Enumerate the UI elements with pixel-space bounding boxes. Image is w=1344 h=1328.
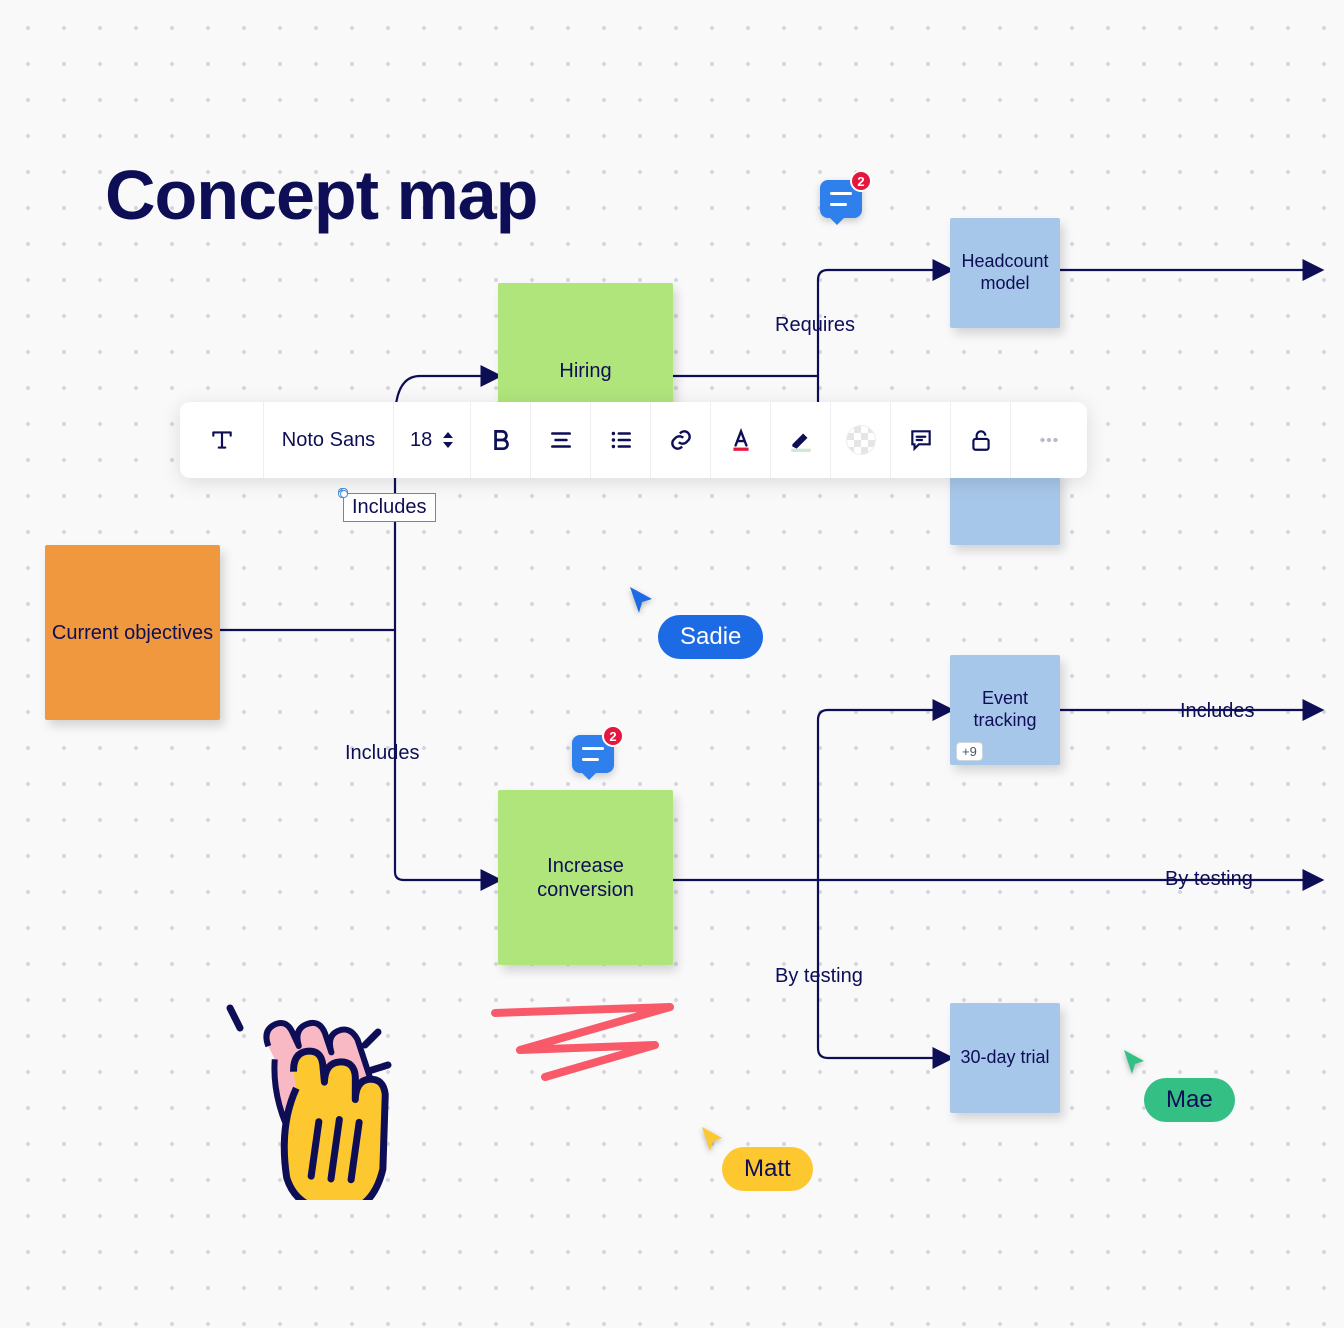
transparent-swatch-icon: [846, 425, 876, 455]
edge-label-includes-right[interactable]: Includes: [1180, 700, 1255, 723]
dot-grid-canvas[interactable]: Concept map Current objectives Hiring In…: [0, 0, 1344, 1328]
cursor-pointer-icon: [628, 585, 654, 615]
fill-color-button[interactable]: [831, 402, 891, 478]
cursor-pointer-icon: [700, 1125, 724, 1153]
node-current-objectives[interactable]: Current objectives: [45, 545, 220, 720]
scribble-annotation[interactable]: [485, 995, 685, 1085]
text-tool-button[interactable]: [180, 402, 264, 478]
link-button[interactable]: [651, 402, 711, 478]
text-icon: [209, 427, 235, 453]
list-button[interactable]: [591, 402, 651, 478]
comment-count-badge: 2: [850, 170, 872, 192]
overflow-badge[interactable]: +9: [956, 742, 983, 761]
edge-label-by-testing-right[interactable]: By testing: [1165, 868, 1253, 891]
text-color-button[interactable]: [711, 402, 771, 478]
font-size-down-icon[interactable]: [442, 441, 454, 449]
lock-button[interactable]: [951, 402, 1011, 478]
highlighter-icon: [788, 427, 814, 453]
collaborator-tag: Sadie: [658, 615, 763, 659]
edge-label-by-testing[interactable]: By testing: [775, 965, 863, 988]
cursor-pointer-icon: [1122, 1048, 1146, 1076]
comment-count-badge: 2: [602, 725, 624, 747]
node-headcount-model[interactable]: Headcount model: [950, 218, 1060, 328]
bullet-list-icon: [608, 427, 634, 453]
collaborator-tag: Matt: [722, 1147, 813, 1191]
unlock-icon: [968, 427, 994, 453]
bold-button[interactable]: [471, 402, 531, 478]
collaborator-cursor-matt: Matt: [700, 1125, 724, 1158]
clap-sticker[interactable]: [200, 990, 400, 1200]
node-30-day-trial[interactable]: 30-day trial: [950, 1003, 1060, 1113]
collaborator-cursor-mae: Mae: [1122, 1048, 1146, 1081]
node-hidden-blue[interactable]: [950, 470, 1060, 545]
node-increase-conversion[interactable]: Increase conversion: [498, 790, 673, 965]
comment-button[interactable]: [891, 402, 951, 478]
edge-label-includes-selected[interactable]: Includes: [343, 493, 436, 522]
font-size-value: 18: [410, 429, 432, 452]
highlight-button[interactable]: [771, 402, 831, 478]
text-format-toolbar: Noto Sans 18: [180, 402, 1087, 478]
font-family-selector[interactable]: Noto Sans: [264, 402, 394, 478]
more-horizontal-icon: [1036, 427, 1062, 453]
font-size-up-icon[interactable]: [442, 431, 454, 439]
text-color-icon: [728, 427, 754, 453]
align-button[interactable]: [531, 402, 591, 478]
font-size-control: 18: [394, 402, 471, 478]
edge-label-requires[interactable]: Requires: [775, 314, 855, 337]
collaborator-tag: Mae: [1144, 1078, 1235, 1122]
page-title: Concept map: [105, 155, 537, 235]
more-button[interactable]: [1011, 402, 1087, 478]
bold-icon: [488, 427, 514, 453]
edge-label-includes[interactable]: Includes: [345, 742, 420, 765]
align-center-icon: [548, 427, 574, 453]
collaborator-cursor-sadie: Sadie: [628, 585, 654, 620]
comment-outline-icon: [908, 427, 934, 453]
link-icon: [668, 427, 694, 453]
comment-icon[interactable]: 2: [820, 180, 862, 218]
comment-icon[interactable]: 2: [572, 735, 614, 773]
